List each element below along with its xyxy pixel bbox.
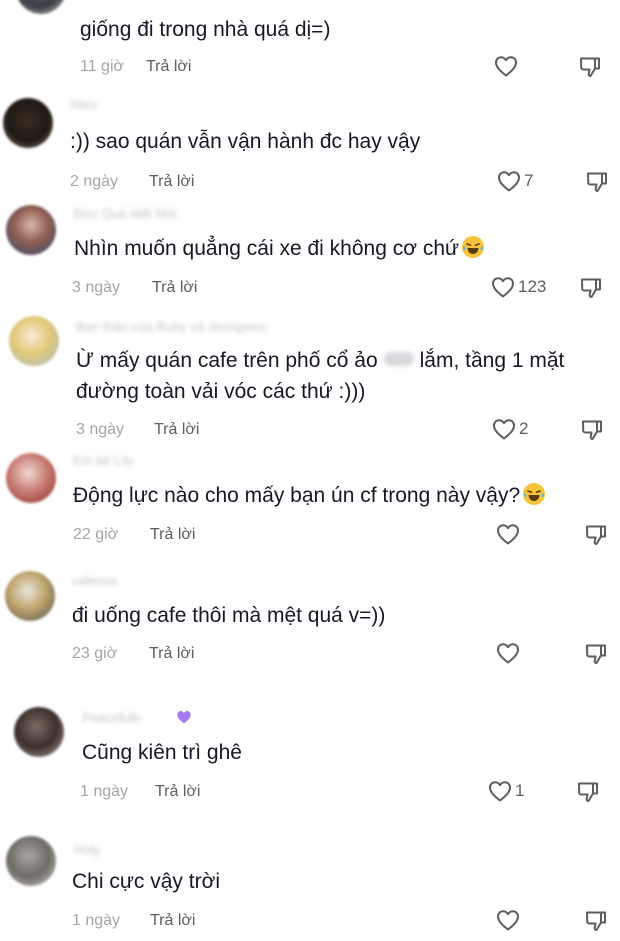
avatar[interactable] [16,0,66,14]
like-count: 1 [515,781,525,800]
comment-username[interactable]: Đức Quá Mệt Mỏi [74,206,177,221]
heart-outline-icon [497,910,519,931]
like-button[interactable]: 2 [492,418,528,440]
avatar[interactable] [5,571,55,621]
laughing-tears-emoji [462,236,485,258]
like-button[interactable] [496,523,520,545]
reply-button[interactable]: Trả lời [149,645,194,663]
like-count: 2 [519,419,529,438]
laughing-tears-emoji [523,483,546,505]
dislike-button[interactable] [580,418,604,442]
heart-outline-icon [492,277,514,298]
comment-time: 3 ngày [72,279,121,296]
like-button[interactable] [496,909,520,931]
comment-time: 22 giờ [73,526,119,543]
heart-outline-icon [497,643,519,664]
comment-text-part2: lắm, tầng 1 mặt [419,349,565,372]
reply-button[interactable]: Trả lời [155,783,200,801]
comment-text-part1: Ừ mấy quán cafe trên phố cổ ảo [76,349,378,372]
reply-button[interactable]: Trả lời [152,279,197,297]
dislike-button[interactable] [584,523,608,547]
avatar[interactable] [6,205,56,255]
heart-outline-icon [495,56,517,77]
comment-text-body: Nhìn muốn quẳng cái xe đi không cơ chứ [74,237,460,260]
like-button[interactable]: 7 [497,170,533,192]
reply-button[interactable]: Trả lời [154,421,199,439]
comment-text-body: Động lực nào cho mấy bạn ún cf trong này… [73,484,521,507]
thumbs-down-icon [586,911,606,931]
like-button[interactable] [494,55,518,77]
reply-button[interactable]: Trả lời [150,526,195,544]
comment-username[interactable]: Nieu [70,97,97,112]
avatar[interactable] [3,98,53,148]
like-count: 7 [524,171,534,190]
comment-text: Cũng kiên trì ghê [82,741,242,764]
dislike-button[interactable] [584,642,608,666]
comment-time: 2 ngày [70,173,119,190]
thumbs-down-icon [582,420,602,440]
comment-time: 1 ngày [72,912,121,929]
avatar[interactable] [14,707,64,757]
dislike-button[interactable] [576,780,600,804]
reply-button[interactable]: Trả lời [149,173,194,191]
comment-username[interactable]: Em bé Lily [73,453,134,468]
comment-text: Nhìn muốn quẳng cái xe đi không cơ chứ [74,233,485,264]
avatar[interactable] [6,453,56,503]
comment-time: 3 ngày [76,421,125,438]
dislike-button[interactable] [579,276,603,300]
thumbs-down-icon [586,644,606,664]
thumbs-down-icon [580,57,600,77]
comment-username[interactable]: Bạn thân của Ruby và Jeongwoo [76,319,267,334]
avatar[interactable] [9,316,59,366]
avatar[interactable] [6,836,56,886]
comment-time: 11 giờ [80,58,124,75]
comment-text: Chi cực vậy trời [72,870,221,893]
dislike-button[interactable] [578,55,602,79]
comment-text-line2: đường toàn vải vóc các thứ :))) [76,380,366,403]
heart-outline-icon [489,781,511,802]
thumbs-down-icon [587,172,607,192]
blurred-word [383,352,414,366]
like-button[interactable]: 123 [491,276,546,298]
thumbs-down-icon [586,525,606,545]
dislike-button[interactable] [585,170,609,194]
comment-text: Động lực nào cho mấy bạn ún cf trong này… [73,480,546,511]
dislike-button[interactable] [584,909,608,933]
comment-text: :)) sao quán vẫn vận hành đc hay vậy [70,130,421,153]
heart-outline-icon [493,419,515,440]
like-count: 123 [518,277,547,296]
comment-text: đi uống cafe thôi mà mệt quá v=)) [72,604,386,627]
comment-username[interactable]: Peacefulb [82,710,140,725]
thumbs-down-icon [581,278,601,298]
purple-heart-icon [177,710,191,724]
reply-button[interactable]: Trả lời [146,58,191,76]
comment-time: 23 giờ [72,645,118,662]
comment-username[interactable]: Holy [74,842,100,857]
comment-text: giống đi trong nhà quá dị=) [80,18,331,41]
heart-outline-icon [498,171,520,192]
reply-button[interactable]: Trả lời [150,912,195,930]
thumbs-down-icon [578,782,598,802]
like-button[interactable] [496,642,520,664]
comment-time: 1 ngày [80,783,129,800]
comment-username[interactable]: cafessa [72,573,117,588]
heart-outline-icon [497,524,519,545]
like-button[interactable]: 1 [488,780,524,802]
comment-text: Ừ mấy quán cafe trên phố cổ ảo lắm, tầng … [76,345,564,376]
